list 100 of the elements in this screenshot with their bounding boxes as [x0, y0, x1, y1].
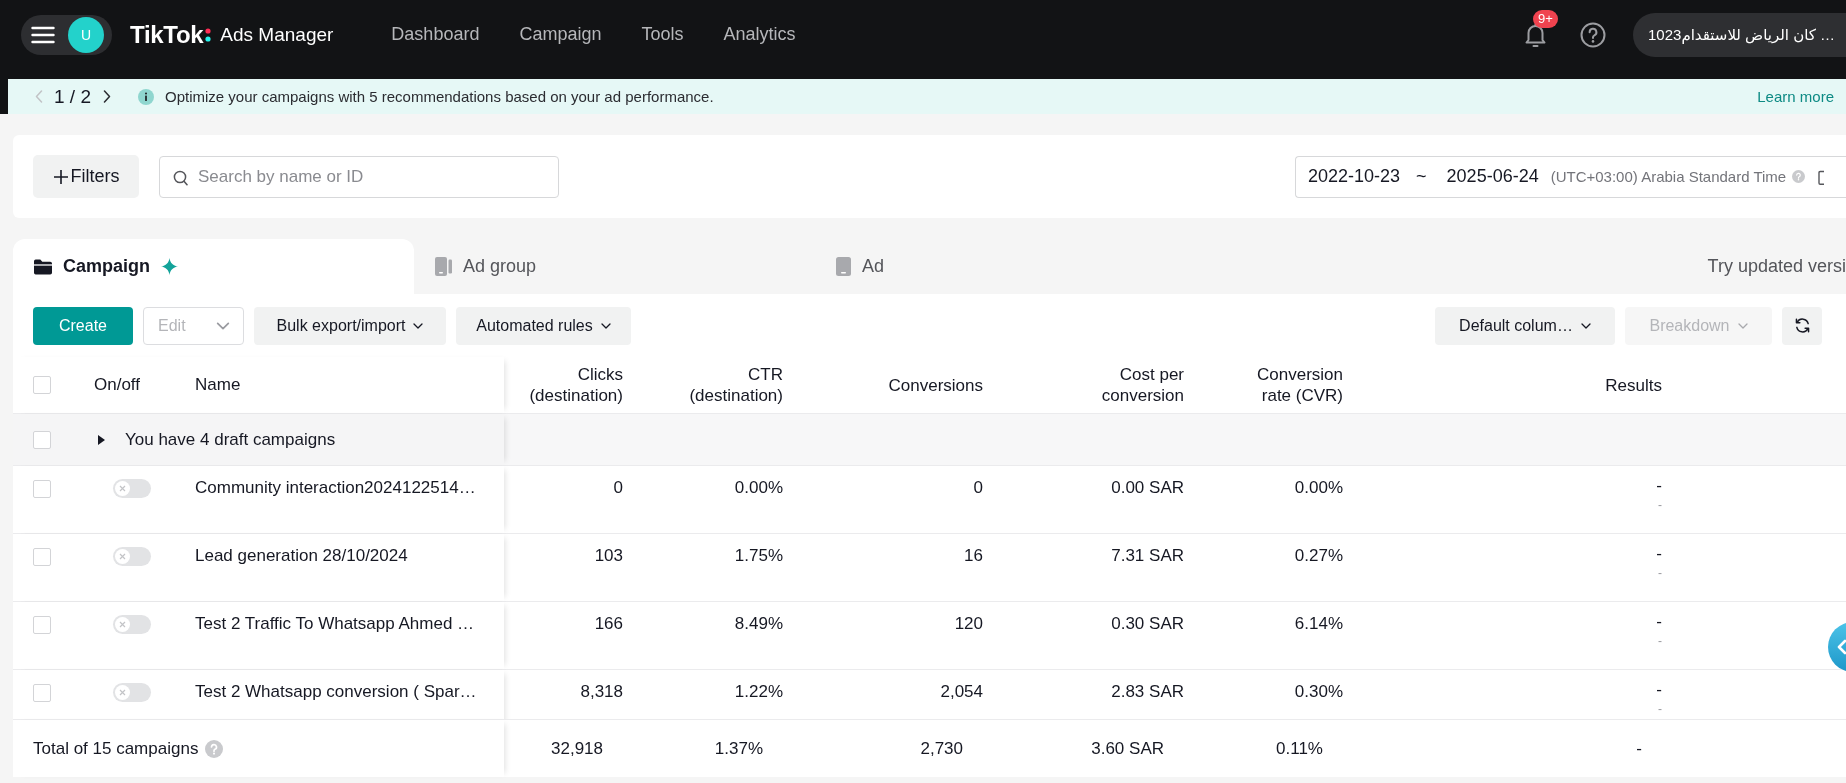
- result-note: -: [1658, 702, 1662, 716]
- help-icon[interactable]: [1580, 21, 1606, 48]
- table-cell-text: 1.22%: [734, 681, 783, 703]
- table-cell: 32,918: [551, 738, 603, 759]
- nav-link[interactable]: Campaign: [519, 24, 602, 45]
- table-cell-text: 120: [954, 613, 983, 635]
- table-cell-text: -: [1656, 611, 1662, 632]
- updated-version-link[interactable]: Try updated versi: [1707, 256, 1846, 277]
- dropdown-button[interactable]: Default colum…: [1435, 306, 1615, 345]
- search-field[interactable]: Search by name or ID: [159, 155, 559, 198]
- menu-icon: [31, 25, 55, 44]
- toggle-switch[interactable]: [113, 615, 151, 634]
- learn-more-link[interactable]: Learn more: [1757, 88, 1834, 105]
- help-icon: [205, 739, 224, 758]
- cross-icon: [119, 553, 126, 560]
- cross-icon: [119, 485, 126, 492]
- account-switcher-button[interactable]: كان الرياض للاستقدام1023 …: [1633, 12, 1846, 57]
- result-note: -: [1658, 498, 1662, 512]
- table-cell-text: 0: [613, 477, 623, 499]
- chevron-down-icon: [600, 322, 611, 329]
- table-cell: -: [1636, 738, 1642, 759]
- toggle-switch[interactable]: [113, 479, 151, 498]
- nav-link[interactable]: Analytics: [723, 24, 796, 45]
- table-cell-text: 2.83 SAR: [1111, 681, 1184, 703]
- checkbox[interactable]: [33, 430, 51, 449]
- draft-campaigns-expander[interactable]: You have 4 draft campaigns: [98, 429, 336, 450]
- table-cell-text: 2,054: [940, 681, 983, 703]
- recommendation-message: Optimize your campaigns with 5 recommendations based on your ad performance.: [165, 88, 714, 105]
- folder-icon: [34, 258, 52, 275]
- checkbox[interactable]: [33, 616, 51, 634]
- column-header: Results: [1605, 374, 1662, 396]
- chevron-left-icon: [35, 90, 43, 103]
- refresh-button[interactable]: [1782, 306, 1822, 345]
- checkbox[interactable]: [33, 376, 51, 394]
- campaign-name-link[interactable]: Test 2 Traffic To Whatsapp Ahmed …: [195, 602, 475, 669]
- date-separator: ~: [1416, 166, 1427, 187]
- dropdown-button[interactable]: Bulk export/import: [254, 306, 446, 345]
- result-note: -: [1658, 634, 1662, 648]
- column-header: Conversion rate (CVR): [1256, 364, 1343, 406]
- column-header: On/off: [94, 375, 140, 395]
- table-cell-text: 7.31 SAR: [1111, 545, 1184, 567]
- create-button[interactable]: Create: [33, 306, 133, 345]
- cross-icon: [119, 689, 126, 696]
- table-cell-text: 0.00%: [734, 477, 783, 499]
- info-icon: [138, 88, 154, 105]
- column-header: Clicks (destination): [528, 364, 623, 406]
- checkbox[interactable]: [33, 684, 51, 702]
- timezone-label: (UTC+03:00) Arabia Standard Time: [1550, 168, 1787, 185]
- side-panel-button[interactable]: [1828, 622, 1846, 672]
- chevron-right-icon: [103, 90, 111, 103]
- help-icon: [1792, 170, 1806, 183]
- campaign-name-link[interactable]: Lead generation 28/10/2024: [195, 534, 408, 601]
- toggle-switch[interactable]: [113, 683, 151, 702]
- search-icon: [173, 169, 188, 186]
- table-cell-text: 6.14%: [1294, 613, 1343, 635]
- chevron-down-icon: [1580, 322, 1591, 329]
- nav-link[interactable]: Dashboard: [391, 24, 480, 45]
- nav-link[interactable]: Tools: [641, 24, 684, 45]
- date-range-picker[interactable]: 2022-10-23 ~ 2025-06-24 (UTC+03:00) Arabia Standard Time: [1295, 155, 1846, 198]
- table-cell: 2,730: [920, 738, 963, 759]
- product-name: Ads Manager: [220, 23, 334, 46]
- campaign-name-link[interactable]: Test 2 Whatsapp conversion ( Spar…: [195, 670, 477, 719]
- table-cell-text: 8,318: [580, 681, 623, 703]
- filters-button[interactable]: Filters: [33, 155, 139, 198]
- end-date: 2025-06-24: [1446, 166, 1539, 187]
- colon-dots-icon: [205, 27, 212, 42]
- plus-icon: [52, 168, 69, 185]
- column-header: Cost per conversion: [1100, 364, 1184, 406]
- dropdown-button[interactable]: Automated rules: [456, 306, 631, 345]
- tab[interactable]: Ad group: [414, 239, 815, 294]
- bell-icon: [1523, 22, 1548, 48]
- tab[interactable]: Ad: [815, 239, 1216, 294]
- refresh-icon: [1793, 317, 1811, 334]
- total-label: Total of 15 campaigns: [33, 738, 199, 759]
- table-cell-text: -: [1656, 679, 1662, 700]
- logo-text: TikTok: [130, 20, 204, 49]
- table-cell: 3.60 SAR: [1091, 738, 1164, 759]
- checkbox[interactable]: [33, 480, 51, 498]
- table-cell-text: -: [1656, 475, 1662, 496]
- checkbox[interactable]: [33, 548, 51, 566]
- chevron-down-icon: [413, 322, 424, 329]
- phone-icon: [836, 257, 851, 276]
- tab[interactable]: Campaign: [13, 239, 414, 294]
- start-date: 2022-10-23: [1308, 166, 1401, 187]
- table-cell-text: 0.27%: [1294, 545, 1343, 567]
- campaign-name-link[interactable]: Community interaction2024122514…: [195, 466, 476, 533]
- table-cell-text: 0.00%: [1294, 477, 1343, 499]
- next-button[interactable]: [103, 90, 111, 103]
- chevron-down-icon: [216, 321, 230, 330]
- column-header: CTR (destination): [688, 364, 783, 406]
- toggle-switch[interactable]: [113, 547, 151, 566]
- table-cell-text: 166: [594, 613, 623, 635]
- table-cell-text: 103: [594, 545, 623, 567]
- table-cell-text: 0: [973, 477, 983, 499]
- notifications-button[interactable]: 9+: [1523, 9, 1563, 49]
- user-avatar: U: [68, 16, 104, 53]
- table-cell-text: 16: [964, 545, 983, 567]
- table-cell-text: 8.49%: [734, 613, 783, 635]
- column-header: Name: [195, 375, 241, 395]
- page-indicator: 1 / 2: [54, 85, 91, 108]
